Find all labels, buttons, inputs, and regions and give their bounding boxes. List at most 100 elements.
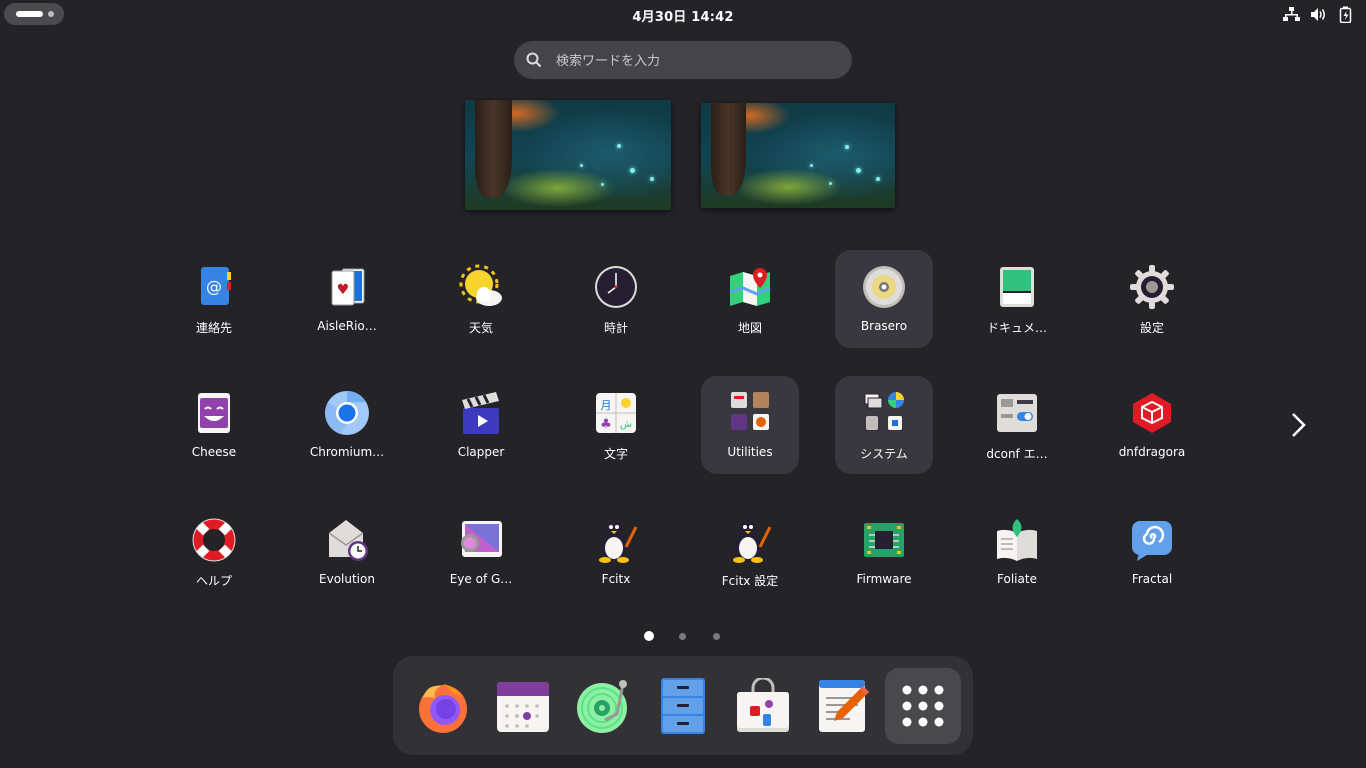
network-icon[interactable] — [1283, 6, 1300, 23]
app-folder-system[interactable]: システム — [835, 376, 933, 474]
svg-text:♣: ♣ — [600, 417, 612, 432]
page-indicator — [0, 630, 1366, 642]
dock-text-editor[interactable] — [805, 668, 881, 744]
svg-text:月: 月 — [601, 399, 612, 412]
image-viewer-icon — [458, 517, 504, 563]
utilities-folder-icon — [727, 390, 773, 436]
app-label: 天気 — [468, 321, 493, 335]
app-clock[interactable]: 時計 — [567, 250, 665, 348]
workspace-thumbnail-1[interactable] — [465, 100, 671, 210]
search-input[interactable] — [554, 41, 838, 81]
battery-icon[interactable] — [1337, 6, 1354, 24]
app-clapper[interactable]: Clapper — [432, 376, 530, 474]
app-label: Eye of G… — [449, 572, 513, 586]
search-bar[interactable] — [514, 41, 852, 81]
app-label: 連絡先 — [195, 321, 232, 335]
app-label: Fractal — [1131, 572, 1173, 586]
app-label: Evolution — [319, 572, 375, 586]
app-label: Firmware — [856, 572, 912, 586]
app-settings[interactable]: 設定 — [1103, 250, 1201, 348]
software-bag-icon — [737, 678, 789, 732]
files-cabinet-icon — [661, 678, 705, 734]
workspace-thumbnail-2[interactable] — [701, 103, 895, 208]
app-dnfdragora[interactable]: dnfdragora — [1103, 376, 1201, 474]
dock — [393, 656, 973, 755]
app-characters[interactable]: 月 ♣ ش 文字 — [567, 376, 665, 474]
page-dot-active[interactable] — [644, 631, 654, 641]
app-evolution[interactable]: Evolution — [298, 503, 396, 601]
app-label: ドキュメ… — [986, 321, 1047, 335]
music-player-icon — [577, 680, 627, 733]
app-brasero[interactable]: Brasero — [835, 250, 933, 348]
page-dot[interactable] — [713, 633, 720, 640]
dock-music[interactable] — [565, 668, 641, 744]
app-label: dnfdragora — [1118, 445, 1186, 459]
search-icon — [526, 52, 542, 68]
app-label: Foliate — [997, 572, 1037, 586]
app-label: Brasero — [860, 319, 908, 333]
app-maps[interactable]: 地図 — [701, 250, 799, 348]
app-cheese[interactable]: Cheese — [165, 376, 263, 474]
clapper-icon — [458, 390, 504, 436]
system-tray[interactable] — [1283, 6, 1354, 24]
settings-gear-icon — [1129, 264, 1175, 310]
weather-icon — [458, 264, 504, 310]
app-folder-utilities[interactable]: Utilities — [701, 376, 799, 474]
app-label: ヘルプ — [195, 574, 232, 588]
svg-text:ش: ش — [620, 419, 632, 430]
page-dot[interactable] — [679, 633, 686, 640]
next-page-chevron-icon[interactable] — [1286, 410, 1312, 440]
app-label: Clapper — [457, 445, 505, 459]
app-document-scanner[interactable]: ドキュメ… — [968, 250, 1066, 348]
disc-icon — [861, 264, 907, 310]
firmware-chip-icon — [861, 517, 907, 563]
dock-show-apps[interactable] — [885, 668, 961, 744]
app-label: dconf エ… — [986, 447, 1048, 461]
app-weather[interactable]: 天気 — [432, 250, 530, 348]
app-label: Fcitx 設定 — [721, 574, 779, 588]
app-label: Fcitx — [601, 572, 631, 586]
maps-icon — [727, 264, 773, 310]
top-bar: 4月30日 14:42 — [0, 0, 1366, 29]
cards-icon: ♥ — [324, 264, 370, 310]
dock-software[interactable] — [725, 668, 801, 744]
app-aisleriot[interactable]: ♥ AisleRio… — [298, 250, 396, 348]
app-contacts[interactable]: @ 連絡先 — [165, 250, 263, 348]
tux-icon — [593, 517, 639, 563]
tux-icon — [727, 517, 773, 563]
app-fractal[interactable]: Fractal — [1103, 503, 1201, 601]
system-folder-icon — [861, 390, 907, 436]
app-fcitx-settings[interactable]: Fcitx 設定 — [701, 503, 799, 601]
dconf-editor-icon — [994, 390, 1040, 436]
clock-icon — [593, 264, 639, 310]
help-lifebuoy-icon — [191, 517, 237, 563]
app-chromium[interactable]: Chromium… — [298, 376, 396, 474]
app-label: 設定 — [1139, 321, 1164, 335]
clock[interactable]: 4月30日 14:42 — [0, 6, 1366, 25]
app-image-viewer[interactable]: Eye of G… — [432, 503, 530, 601]
firefox-icon — [419, 684, 467, 733]
fractal-chat-icon — [1129, 517, 1175, 563]
app-fcitx[interactable]: Fcitx — [567, 503, 665, 601]
dock-files[interactable] — [645, 668, 721, 744]
app-label: 文字 — [603, 447, 628, 461]
volume-icon[interactable] — [1310, 6, 1327, 23]
dock-calendar[interactable] — [485, 668, 561, 744]
text-editor-icon — [819, 680, 869, 732]
book-icon — [994, 517, 1040, 563]
app-foliate[interactable]: Foliate — [968, 503, 1066, 601]
app-label: AisleRio… — [317, 319, 377, 333]
app-dconf-editor[interactable]: dconf エ… — [968, 376, 1066, 474]
app-label: システム — [860, 447, 908, 461]
package-icon — [1129, 390, 1175, 436]
app-firmware[interactable]: Firmware — [835, 503, 933, 601]
chromium-icon — [324, 390, 370, 436]
app-help[interactable]: ヘルプ — [165, 503, 263, 601]
dock-firefox[interactable] — [405, 668, 481, 744]
evolution-icon — [324, 517, 370, 563]
cheese-icon — [191, 390, 237, 436]
app-label: 時計 — [603, 321, 628, 335]
document-scanner-icon — [994, 264, 1040, 310]
app-label: Cheese — [191, 445, 237, 459]
contacts-icon: @ — [191, 264, 237, 310]
